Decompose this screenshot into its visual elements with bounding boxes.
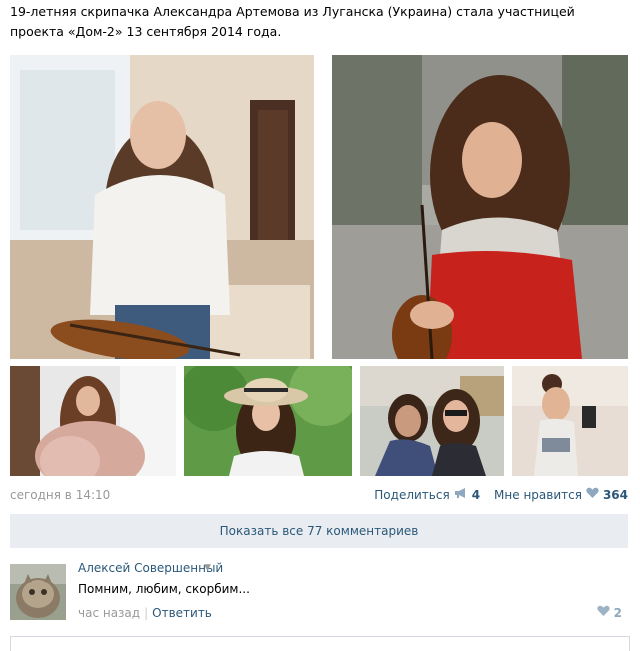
comment-like-count: 2 [613, 606, 622, 620]
share-count: 4 [471, 488, 481, 502]
post-photo-2[interactable] [332, 55, 628, 359]
post-actions: Поделиться 4 Мне нравится 364 [374, 486, 628, 504]
post-timestamp[interactable]: сегодня в 14:10 [10, 486, 110, 504]
megaphone-icon [454, 486, 468, 504]
comment-time[interactable]: час назад [78, 606, 140, 620]
like-count: 364 [602, 488, 628, 502]
comment-author[interactable]: Алексей Совершенный [78, 560, 223, 576]
comment-like-button[interactable]: 2 [597, 605, 622, 621]
post-photo-1[interactable] [10, 55, 314, 359]
comment-text: Помним, любим, скорбим... [78, 582, 250, 596]
like-label: Мне нравится [494, 488, 582, 502]
share-label: Поделиться [374, 488, 450, 502]
comment-meta: час назад | Ответить [78, 605, 212, 621]
show-all-comments-button[interactable]: Показать все 77 комментариев [10, 514, 628, 548]
post-photo-3[interactable] [10, 366, 176, 476]
like-button[interactable]: Мне нравится 364 [494, 486, 628, 504]
post-meta-row: сегодня в 14:10 Поделиться 4 Мне нравитс… [10, 486, 628, 504]
heart-icon [586, 486, 599, 504]
comment-separator: | [144, 606, 149, 620]
post-photo-4[interactable] [184, 366, 352, 476]
reply-button[interactable]: Ответить [152, 606, 212, 620]
post-photo-6[interactable] [512, 366, 628, 476]
heart-icon [597, 605, 610, 621]
post-caption: 19-летняя скрипачка Александра Артемова … [10, 4, 575, 39]
post-photo-5[interactable] [360, 366, 504, 476]
share-button[interactable]: Поделиться 4 [374, 486, 480, 504]
chevron-down-icon[interactable]: ▼ [204, 563, 211, 573]
avatar[interactable] [10, 564, 66, 620]
comment: Алексей Совершенный ▼ Помним, любим, ско… [10, 560, 628, 630]
